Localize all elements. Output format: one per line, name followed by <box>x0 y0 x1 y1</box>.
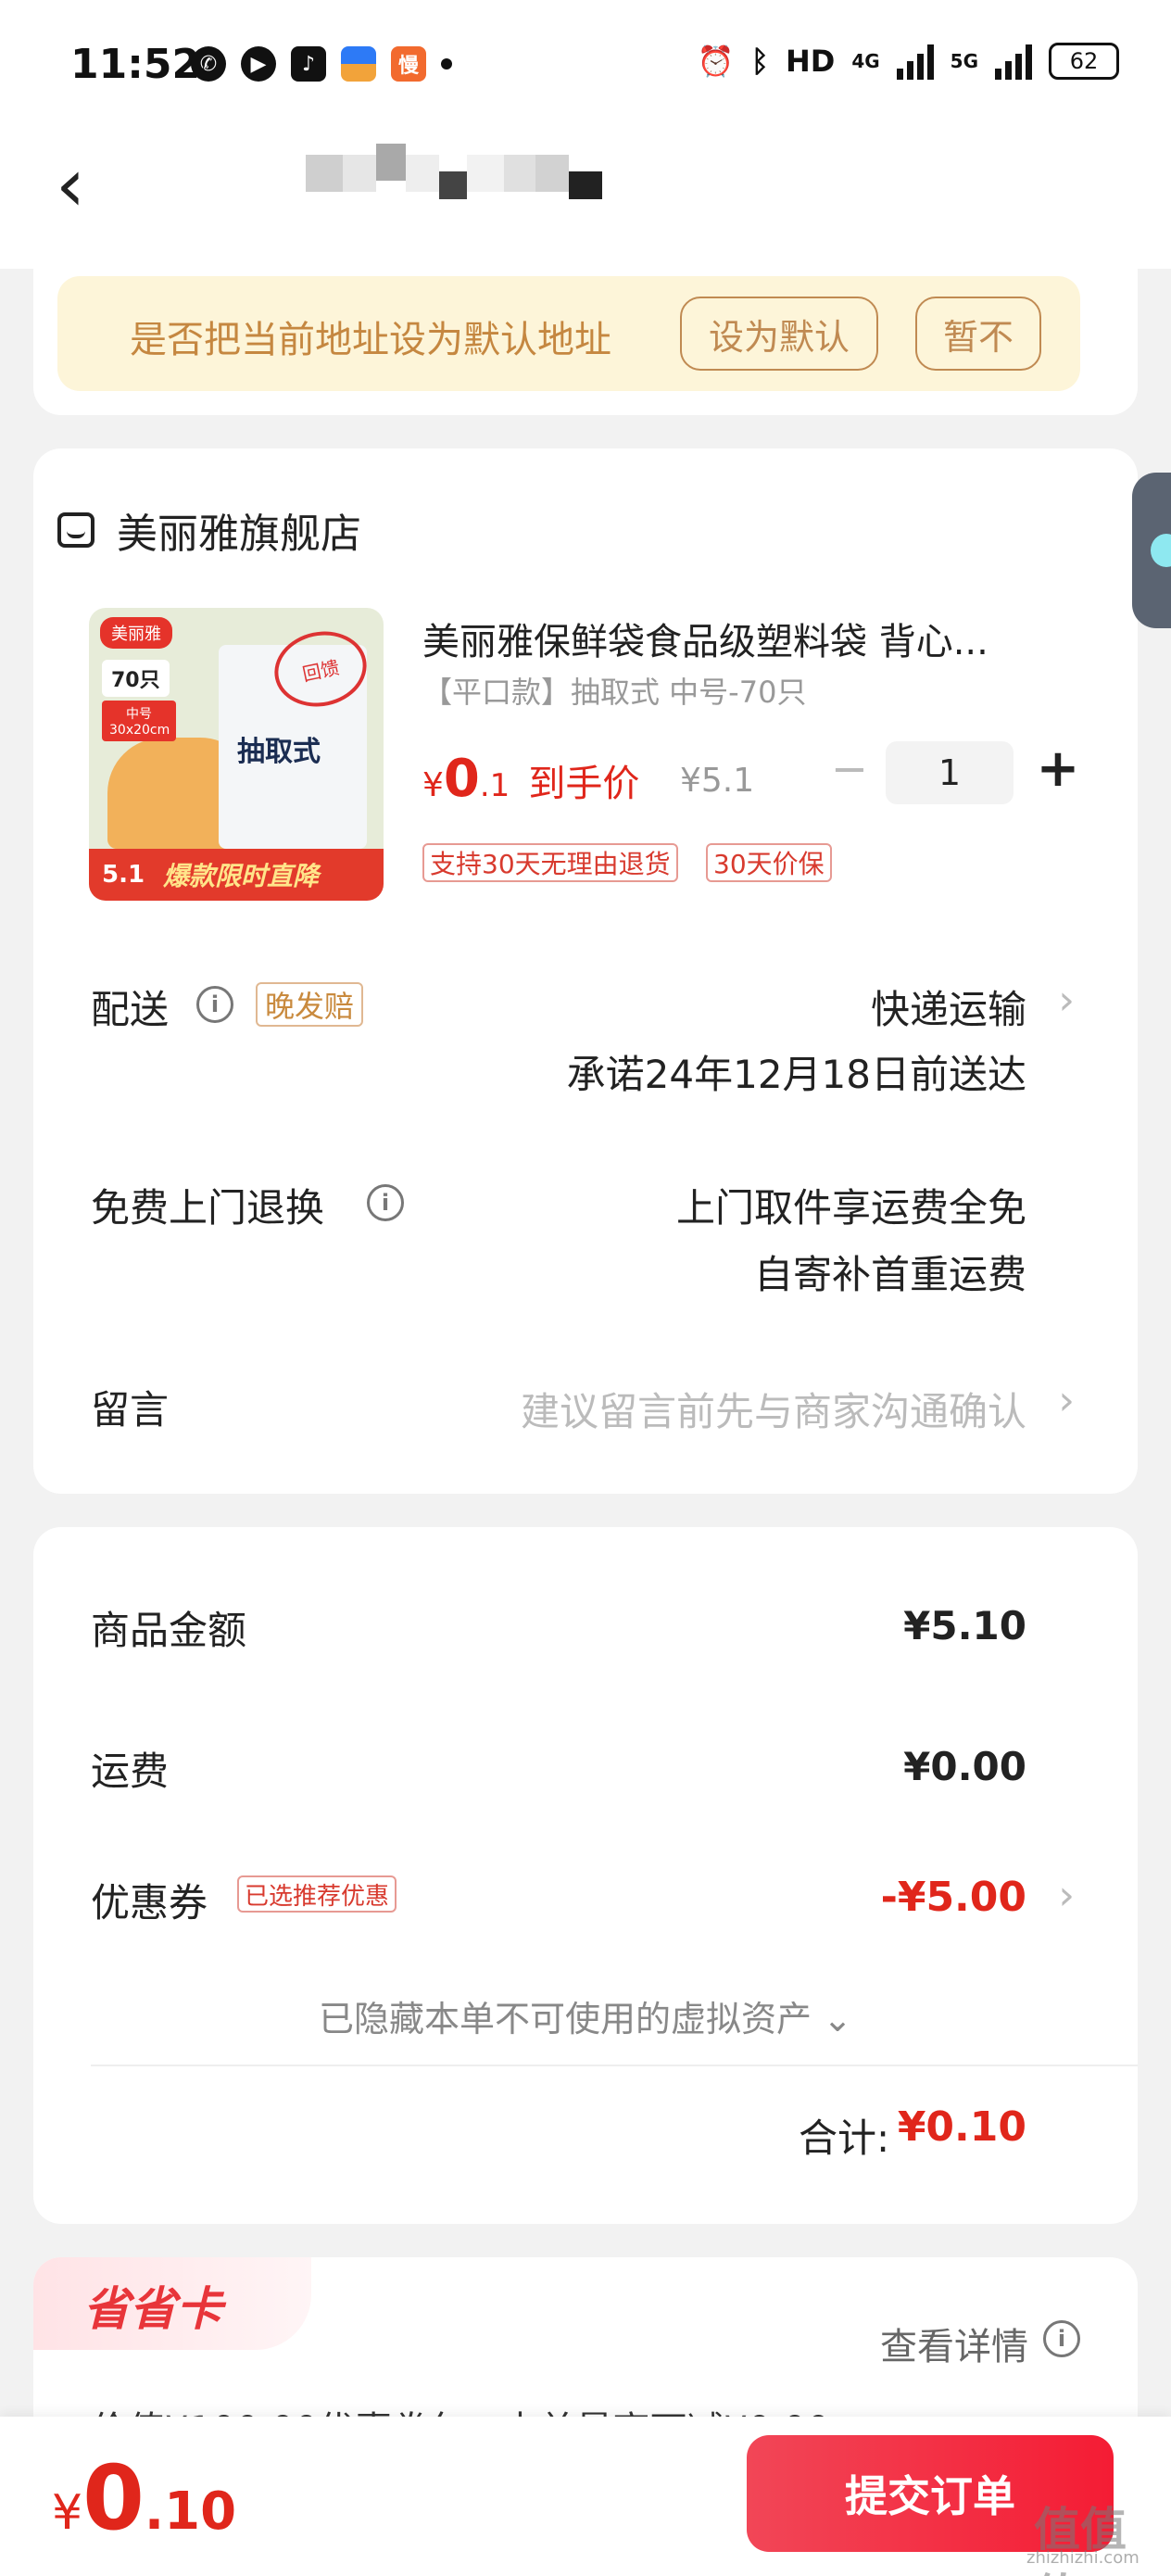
delivery-promise: 承诺24年12月18日前送达 <box>566 1052 1026 1097</box>
price-label: 到手价 <box>528 763 640 805</box>
not-now-button[interactable]: 暂不 <box>915 297 1041 371</box>
original-price: ¥5.1 <box>680 762 755 800</box>
price-currency: ¥ <box>422 766 444 804</box>
back-button[interactable]: ‹ <box>56 148 111 222</box>
tiktok-icon: ♪ <box>291 46 326 82</box>
product-image-banner-price: 5.1 <box>102 861 145 889</box>
product-price: ¥ 0 .1 到手价 <box>422 749 639 809</box>
saving-card-detail-link[interactable]: 查看详情 <box>880 2317 1028 2370</box>
bottom-price-currency: ¥ <box>52 2485 83 2541</box>
quantity-input[interactable]: 1 <box>886 741 1014 804</box>
network-5g-label: 5G <box>950 50 978 72</box>
shipping-label: 运费 <box>91 1749 170 1794</box>
delivery-info-icon[interactable]: i <box>196 986 233 1023</box>
return-policy-tag: 支持30天无理由退货 <box>422 843 678 882</box>
store-icon <box>57 512 94 548</box>
bottom-price-decimal: .10 <box>144 2481 237 2542</box>
total-label: 合计: <box>799 2115 890 2161</box>
price-decimal: .1 <box>479 767 510 804</box>
free-return-info-icon[interactable]: i <box>367 1184 404 1221</box>
coupon-label: 优惠券 <box>91 1880 208 1926</box>
shop-row[interactable]: 美丽雅旗舰店 <box>57 500 361 560</box>
product-image-count: 70只 <box>102 660 170 697</box>
product-image-size: 中号 30x20cm <box>102 701 176 741</box>
price-protection-tag: 30天价保 <box>706 843 832 882</box>
floating-assistant-icon[interactable] <box>1132 473 1171 628</box>
network-4g-label: 4G <box>851 50 880 72</box>
play-icon: ▶ <box>241 46 276 82</box>
quantity-minus-button[interactable]: − <box>826 741 873 797</box>
bottom-total-price: ¥ 0 .10 <box>52 2446 236 2550</box>
status-indicators: ⏰ ᛒ HD 4G 5G 62 <box>698 43 1119 80</box>
product-title[interactable]: 美丽雅保鲜袋食品级塑料袋 背心... <box>422 612 1062 665</box>
late-compensation-badge: 晚发赔 <box>256 982 364 1027</box>
shop-name: 美丽雅旗舰店 <box>117 511 361 558</box>
bluetooth-icon: ᛒ <box>750 44 769 79</box>
default-address-tip-text: 是否把当前地址设为默认地址 <box>130 319 611 361</box>
product-image[interactable]: 美丽雅 70只 中号 30x20cm 回馈 抽取式 5.1 爆款限时直降 <box>89 608 384 901</box>
product-image-banner-text: 爆款限时直降 <box>163 861 320 891</box>
quantity-plus-button[interactable]: + <box>1030 738 1086 801</box>
delivery-method[interactable]: 快递运输 <box>871 979 1026 1035</box>
message-chevron-icon[interactable]: › <box>1058 1377 1075 1424</box>
chevron-left-icon: ‹ <box>56 142 85 228</box>
total-value: ¥0.10 <box>897 2103 1026 2151</box>
goods-amount-label: 商品金额 <box>91 1608 247 1653</box>
free-return-line1: 上门取件享运费全免 <box>675 1185 1026 1231</box>
saving-card-title: 省省卡 <box>83 2282 222 2336</box>
nav-title-redacted <box>306 144 713 208</box>
delivery-chevron-icon[interactable]: › <box>1058 977 1075 1024</box>
divider <box>91 2065 1138 2066</box>
default-address-tip: 是否把当前地址设为默认地址 设为默认 暂不 <box>57 276 1080 391</box>
set-default-button[interactable]: 设为默认 <box>680 297 878 371</box>
product-image-brand: 美丽雅 <box>100 617 172 649</box>
status-app-icons: ✆ ▶ ♪ 慢 <box>191 46 452 82</box>
signal-icon <box>896 43 934 80</box>
price-integer: 0 <box>443 749 480 809</box>
hidden-assets-toggle[interactable]: 已隐藏本单不可使用的虚拟资产 ⌄ <box>0 1990 1171 2041</box>
signal-icon-2 <box>995 43 1032 80</box>
message-input[interactable]: 建议留言前先与商家沟通确认 <box>521 1381 1026 1437</box>
coupon-recommended-badge: 已选推荐优惠 <box>237 1875 397 1913</box>
product-image-type: 抽取式 <box>237 736 321 768</box>
shipping-value: ¥0.00 <box>903 1744 1026 1789</box>
status-time: 11:52 <box>70 41 201 88</box>
manman-icon: 慢 <box>391 46 426 82</box>
coupon-value[interactable]: -¥5.00 <box>881 1874 1026 1921</box>
free-return-line2: 自寄补首重运费 <box>753 1252 1026 1297</box>
battery-icon: 62 <box>1049 43 1119 80</box>
free-return-label: 免费上门退换 <box>91 1185 325 1231</box>
hd-icon: HD <box>785 44 836 79</box>
goods-amount-value: ¥5.10 <box>903 1603 1026 1648</box>
watermark-sub: zhizhizhi.com <box>1026 2548 1140 2568</box>
wechat-icon: ✆ <box>191 46 226 82</box>
product-spec[interactable]: 【平口款】抽取式 中号-70只 <box>422 669 806 712</box>
delivery-label: 配送 <box>91 987 170 1032</box>
message-label: 留言 <box>91 1387 170 1433</box>
order-card <box>33 448 1138 1494</box>
bottom-price-integer: 0 <box>82 2446 145 2550</box>
coupon-chevron-icon[interactable]: › <box>1058 1872 1075 1919</box>
wallet-icon <box>341 46 376 82</box>
product-image-banner: 5.1 爆款限时直降 <box>89 849 384 901</box>
alarm-icon: ⏰ <box>697 44 735 79</box>
notification-dot-icon <box>441 58 452 69</box>
saving-card-info-icon[interactable]: i <box>1043 2320 1080 2357</box>
